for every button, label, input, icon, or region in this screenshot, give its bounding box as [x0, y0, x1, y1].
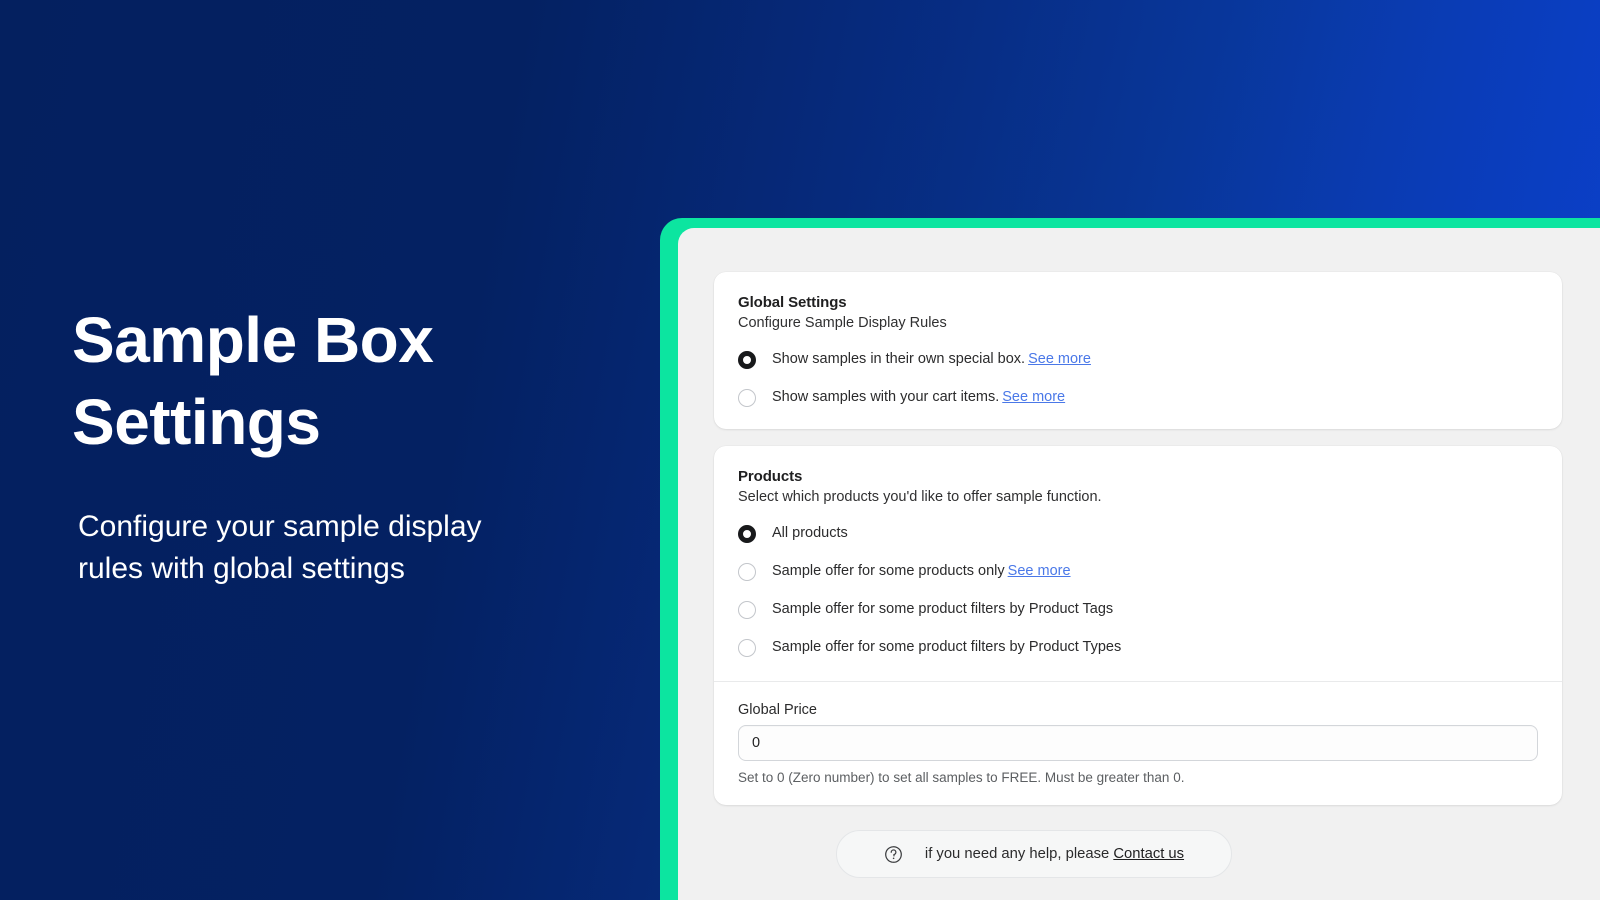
global-settings-subtitle: Configure Sample Display Rules: [738, 315, 947, 331]
radio-label-text: Sample offer for some product filters by…: [772, 601, 1114, 618]
see-more-link[interactable]: See more: [1028, 351, 1091, 367]
radio-option-all-products[interactable]: All products: [738, 525, 1538, 543]
help-banner-text: if you need any help, please Contact us: [925, 846, 1184, 862]
radio-option-product-types[interactable]: Sample offer for some product filters by…: [738, 639, 1538, 657]
products-card: Products Select which products you'd lik…: [714, 446, 1562, 805]
question-circle-icon: [884, 845, 903, 864]
global-price-input[interactable]: [738, 725, 1538, 761]
radio-label-text: Sample offer for some product filters by…: [772, 639, 1122, 656]
radio-label: Show samples in their own special box. Se…: [772, 351, 1091, 368]
radio-indicator[interactable]: [738, 563, 756, 581]
global-settings-title: Global Settings: [738, 294, 847, 311]
radio-indicator[interactable]: [738, 601, 756, 619]
products-header: Products Select which products you'd lik…: [714, 468, 1562, 657]
page-title: Sample Box Settings: [72, 304, 434, 458]
global-price-field-group: Global Price Set to 0 (Zero number) to s…: [714, 682, 1562, 785]
radio-label-text: Sample offer for some products only: [772, 563, 1005, 580]
see-more-link[interactable]: See more: [1002, 389, 1065, 405]
global-price-label: Global Price: [738, 702, 817, 718]
global-price-help-text: Set to 0 (Zero number) to set all sample…: [738, 770, 1185, 785]
products-subtitle: Select which products you'd like to offe…: [738, 489, 1102, 505]
radio-label-text: Show samples with your cart items.: [772, 389, 1000, 406]
radio-label: All products: [772, 525, 848, 542]
help-banner-message: if you need any help, please: [924, 846, 1110, 862]
contact-us-link[interactable]: Contact us: [1113, 846, 1184, 862]
radio-indicator[interactable]: [738, 639, 756, 657]
radio-label: Sample offer for some product filters by…: [772, 601, 1113, 618]
global-settings-card: Global Settings Configure Sample Display…: [714, 272, 1562, 429]
radio-label: Show samples with your cart items. See mo…: [772, 389, 1065, 406]
radio-indicator[interactable]: [738, 525, 756, 543]
hero-section: Sample Box Settings Configure your sampl…: [72, 300, 612, 591]
radio-option-own-box[interactable]: Show samples in their own special box. Se…: [738, 351, 1538, 369]
app-panel-frame: Global Settings Configure Sample Display…: [660, 218, 1600, 900]
radio-label: Sample offer for some products only See m…: [772, 563, 1071, 580]
help-banner[interactable]: if you need any help, please Contact us: [836, 830, 1232, 878]
radio-label-text: All products: [772, 525, 848, 542]
products-title: Products: [738, 468, 803, 485]
radio-label-text: Show samples in their own special box.: [772, 351, 1026, 368]
radio-option-some-products[interactable]: Sample offer for some products only See m…: [738, 563, 1538, 581]
see-more-link[interactable]: See more: [1008, 563, 1071, 579]
app-surface: Global Settings Configure Sample Display…: [678, 228, 1600, 900]
radio-option-cart-items[interactable]: Show samples with your cart items. See mo…: [738, 389, 1538, 407]
radio-label: Sample offer for some product filters by…: [772, 639, 1121, 656]
page-subtitle: Configure your sample display rules with…: [78, 509, 482, 586]
radio-option-product-tags[interactable]: Sample offer for some product filters by…: [738, 601, 1538, 619]
radio-indicator[interactable]: [738, 389, 756, 407]
radio-indicator[interactable]: [738, 351, 756, 369]
